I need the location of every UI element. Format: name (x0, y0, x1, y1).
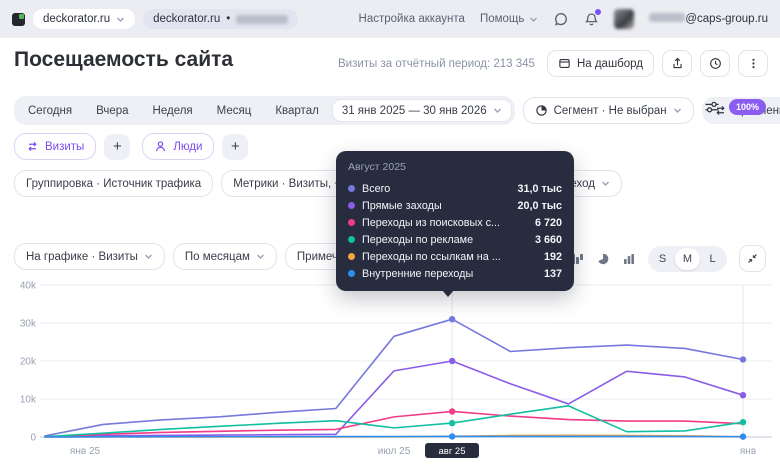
history-button[interactable] (700, 50, 730, 77)
metric-chip-people-label: Люди (173, 140, 203, 153)
sampling-badge[interactable]: 100% (728, 99, 766, 115)
page-title: Посещаемость сайта (14, 48, 234, 71)
metric-chip-visits[interactable]: Визиты (14, 133, 97, 160)
collapse-icon (748, 254, 757, 263)
counter-switcher-label: deckorator.ru (43, 13, 111, 25)
chevron-down-icon (602, 181, 609, 186)
to-dashboard-label: На дашборд (576, 57, 643, 70)
chevron-down-icon (493, 108, 501, 113)
size-option-s[interactable]: S (650, 248, 675, 270)
svg-text:июл 25: июл 25 (378, 446, 411, 457)
dashboard-icon (559, 59, 570, 68)
sliders-icon[interactable] (704, 100, 720, 114)
svg-text:янв: янв (740, 446, 756, 457)
segment-selector[interactable]: Сегмент · Не выбран (522, 97, 694, 124)
size-option-m[interactable]: M (675, 247, 700, 270)
on-chart-selector[interactable]: На графике · Визиты (14, 243, 165, 270)
svg-text:30k: 30k (20, 319, 37, 330)
series-dot (348, 219, 355, 226)
tab-week[interactable]: Неделя (142, 101, 204, 121)
tooltip-row: Переходы по ссылкам на ... 192 (348, 248, 562, 265)
help-menu[interactable]: Помощь (480, 13, 538, 25)
chevron-down-icon (673, 108, 681, 113)
counter-id-redacted (236, 14, 289, 24)
attribution-label-fragment: еход (570, 177, 595, 190)
tooltip-row: Внутренние переходы 137 (348, 265, 562, 282)
metric-chip-visits-label: Визиты (45, 140, 85, 153)
tooltip-row: Переходы из поисковых с... 6 720 (348, 214, 562, 231)
compare-icon (28, 141, 37, 152)
series-dot (348, 253, 355, 260)
counter-pill[interactable]: deckorator.ru • (143, 9, 299, 29)
account-settings-link[interactable]: Настройка аккаунта (359, 13, 465, 25)
chevron-down-icon (144, 254, 152, 259)
collapse-chart-button[interactable] (739, 245, 766, 272)
traffic-chart[interactable]: 0 10k 20k 30k 40k янв 25 июл 25 янв авг 25 (0, 277, 780, 472)
chevron-down-icon (530, 17, 538, 22)
help-label: Помощь (479, 13, 525, 25)
person-icon (156, 141, 166, 152)
tooltip-row: Всего 31,0 тыс (348, 180, 562, 197)
svg-text:янв 25: янв 25 (70, 446, 101, 457)
svg-text:40k: 40k (20, 281, 37, 292)
series-dot (348, 202, 355, 209)
series-dot (348, 185, 355, 192)
tab-month[interactable]: Месяц (206, 101, 263, 121)
granularity-label: По месяцам (184, 250, 250, 263)
email-user-redacted (649, 13, 686, 22)
chart-tooltip: Август 2025 Всего 31,0 тыс Прямые заходы 2… (336, 151, 574, 297)
svg-text:0: 0 (30, 433, 36, 444)
segment-label: Сегмент · Не выбран (553, 104, 667, 117)
granularity-selector[interactable]: По месяцам (172, 243, 277, 270)
add-people-metric-button[interactable]: + (222, 133, 249, 160)
notification-dot (595, 8, 602, 15)
tooltip-title: Август 2025 (348, 161, 406, 173)
bar-chart-icon[interactable] (622, 252, 636, 266)
tab-today[interactable]: Сегодня (17, 101, 83, 121)
visits-period-note: Визиты за отчётный период: 213 345 (338, 57, 535, 70)
tab-yesterday[interactable]: Вчера (85, 101, 139, 121)
chart-size-toggle: S M L (648, 245, 727, 272)
chevron-down-icon (117, 17, 125, 22)
bell-icon[interactable] (584, 8, 602, 27)
to-dashboard-button[interactable]: На дашборд (546, 50, 654, 77)
add-metric-button[interactable]: + (104, 133, 131, 160)
account-email[interactable]: @caps-group.ru (649, 13, 768, 25)
chat-icon[interactable] (553, 11, 569, 27)
share-button[interactable] (662, 50, 692, 77)
pie-icon (535, 105, 547, 116)
size-option-l[interactable]: L (700, 248, 725, 270)
email-domain: @caps-group.ru (685, 13, 768, 25)
period-tab-group: Сегодня Вчера Неделя Месяц Квартал 31 ян… (14, 96, 515, 125)
grouping-selector[interactable]: Группировка · Источник трафика (14, 170, 214, 197)
counter-pill-label: deckorator.ru (153, 13, 221, 25)
top-bar: deckorator.ru deckorator.ru • Настройка … (0, 0, 780, 38)
more-menu-button[interactable] (738, 50, 768, 77)
tab-quarter[interactable]: Квартал (264, 101, 329, 121)
svg-text:20k: 20k (20, 357, 37, 368)
counter-pill-separator: • (226, 13, 231, 25)
tooltip-row: Прямые заходы 20,0 тыс (348, 197, 562, 214)
share-icon (672, 57, 682, 69)
metric-chip-people[interactable]: Люди (142, 133, 215, 160)
counter-switcher[interactable]: deckorator.ru (33, 9, 136, 29)
tooltip-row: Переходы по рекламе 3 660 (348, 231, 562, 248)
metrica-page: deckorator.ru deckorator.ru • Настройка … (0, 0, 780, 472)
pie-chart-icon[interactable] (596, 252, 610, 266)
svg-text:авг 25: авг 25 (438, 446, 465, 457)
metrics-label: Метрики · Визиты, +2 (233, 177, 348, 190)
kebab-icon (751, 58, 755, 69)
series-dot (348, 236, 355, 243)
avatar[interactable] (614, 9, 635, 29)
site-favicon (12, 12, 25, 26)
series-dot (348, 270, 355, 277)
clock-icon (709, 58, 721, 69)
svg-text:10k: 10k (20, 395, 37, 406)
grouping-label: Группировка · Источник трафика (26, 177, 202, 190)
chevron-down-icon (256, 254, 264, 259)
date-range-label: 31 янв 2025 — 30 янв 2026 (341, 104, 487, 117)
on-chart-label: На графике · Визиты (26, 250, 138, 263)
date-range-picker[interactable]: 31 янв 2025 — 30 янв 2026 (331, 99, 512, 122)
